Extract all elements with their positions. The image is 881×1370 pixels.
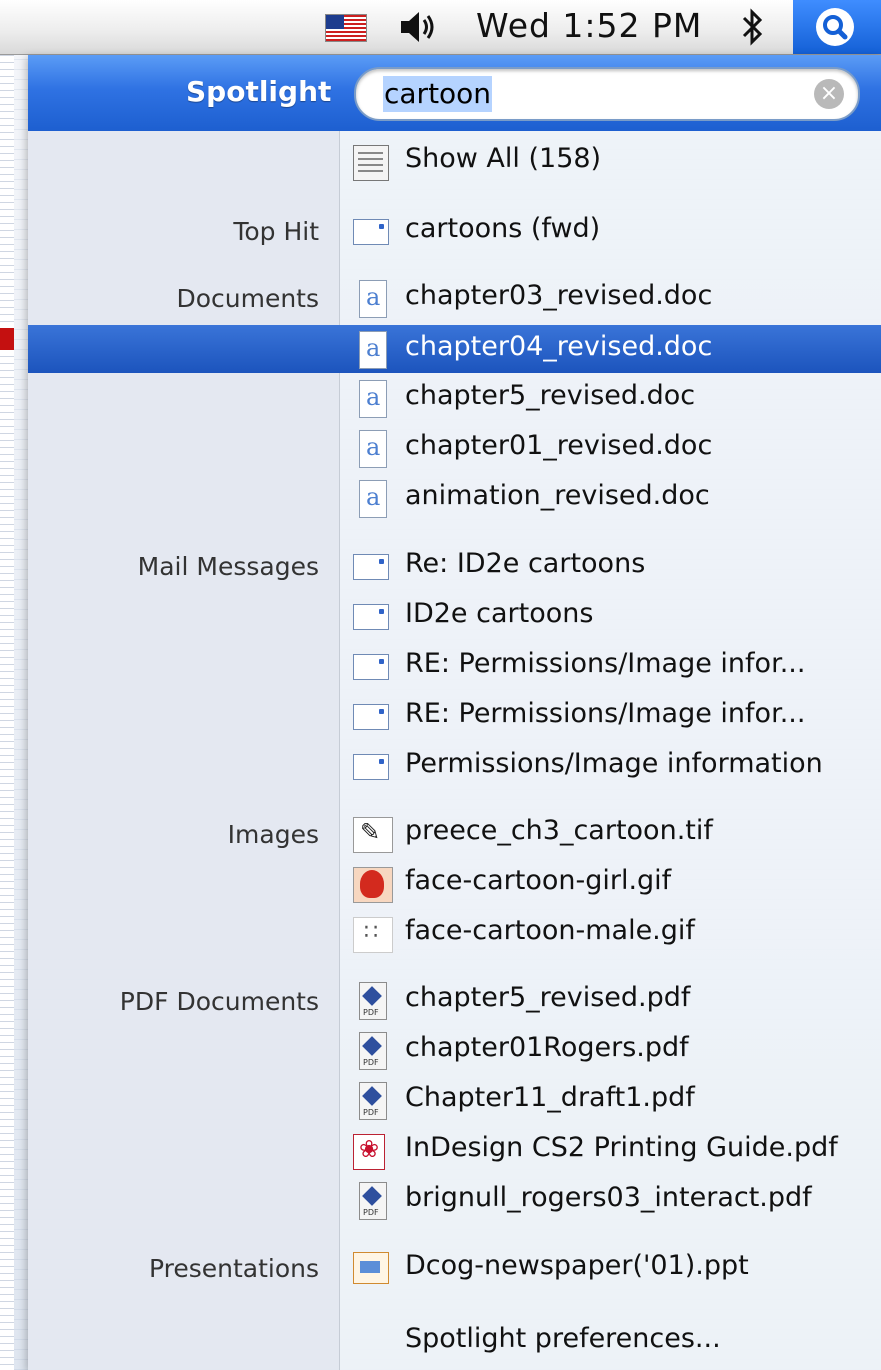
result-row[interactable]: chapter03_revised.doc xyxy=(28,274,881,322)
us-flag-icon[interactable] xyxy=(325,14,367,42)
result-label: cartoons (fwd) xyxy=(405,213,601,244)
spotlight-header: Spotlight cartoon × xyxy=(28,55,881,131)
document-icon xyxy=(359,331,387,369)
result-row-selected[interactable]: chapter04_revised.doc xyxy=(28,325,881,373)
result-row[interactable]: chapter5_revised.pdf xyxy=(28,976,881,1024)
result-row[interactable]: face-cartoon-male.gif xyxy=(28,909,881,957)
result-label: chapter01Rogers.pdf xyxy=(405,1032,689,1063)
result-row[interactable]: brignull_rogers03_interact.pdf xyxy=(28,1176,881,1224)
result-label: ID2e cartoons xyxy=(405,598,594,629)
result-label: RE: Permissions/Image infor... xyxy=(405,648,806,679)
pdf-icon xyxy=(359,1182,387,1220)
result-label: chapter5_revised.doc xyxy=(405,380,696,411)
result-label: RE: Permissions/Image infor... xyxy=(405,698,806,729)
result-row[interactable]: RE: Permissions/Image infor... xyxy=(28,692,881,740)
spotlight-preferences-link[interactable]: Spotlight preferences... xyxy=(405,1323,721,1354)
document-icon xyxy=(359,380,387,418)
mail-icon xyxy=(353,754,389,780)
image-thumbnail-icon xyxy=(353,867,393,903)
result-label: face-cartoon-male.gif xyxy=(405,915,695,946)
result-row[interactable]: chapter01Rogers.pdf xyxy=(28,1026,881,1074)
show-all-row[interactable]: Show All (158) xyxy=(28,137,881,185)
result-label: Dcog-newspaper('01).ppt xyxy=(405,1250,749,1281)
result-row[interactable]: Chapter11_draft1.pdf xyxy=(28,1076,881,1124)
search-input[interactable]: cartoon xyxy=(383,76,493,112)
show-all-icon xyxy=(353,145,389,181)
result-label: preece_ch3_cartoon.tif xyxy=(405,815,713,846)
result-label: chapter03_revised.doc xyxy=(405,280,713,311)
document-icon xyxy=(359,430,387,468)
mail-icon xyxy=(353,554,389,580)
result-row[interactable]: Re: ID2e cartoons xyxy=(28,542,881,590)
spotlight-label: Spotlight xyxy=(186,75,332,108)
spotlight-panel: Spotlight cartoon × Show All (158) Top H… xyxy=(28,55,881,1370)
pdf-icon xyxy=(359,1032,387,1070)
mail-icon xyxy=(353,704,389,730)
result-row[interactable]: ID2e cartoons xyxy=(28,592,881,640)
result-row[interactable]: cartoons (fwd) xyxy=(28,207,881,255)
pdf-icon xyxy=(359,1082,387,1120)
result-label: Permissions/Image information xyxy=(405,748,823,779)
desktop-red-marker xyxy=(0,328,14,350)
desktop-edge xyxy=(0,0,14,1370)
image-thumbnail-icon xyxy=(353,917,393,953)
show-all-label: Show All (158) xyxy=(405,143,602,174)
document-icon xyxy=(359,280,387,318)
result-label: brignull_rogers03_interact.pdf xyxy=(405,1182,812,1213)
result-row[interactable]: InDesign CS2 Printing Guide.pdf xyxy=(28,1126,881,1174)
result-label: face-cartoon-girl.gif xyxy=(405,865,672,896)
search-box[interactable]: cartoon × xyxy=(354,67,860,121)
result-row[interactable]: preece_ch3_cartoon.tif xyxy=(28,809,881,857)
result-label: animation_revised.doc xyxy=(405,480,710,511)
result-row[interactable]: chapter01_revised.doc xyxy=(28,424,881,472)
pdf-icon xyxy=(359,982,387,1020)
spotlight-menu-button[interactable] xyxy=(793,0,881,54)
menu-bar: Wed 1:52 PM xyxy=(0,0,881,55)
result-row[interactable]: Dcog-newspaper('01).ppt xyxy=(28,1244,881,1292)
result-label: InDesign CS2 Printing Guide.pdf xyxy=(405,1132,838,1163)
image-thumbnail-icon xyxy=(353,817,393,853)
result-label: chapter5_revised.pdf xyxy=(405,982,691,1013)
bluetooth-icon[interactable] xyxy=(738,6,768,48)
mail-icon xyxy=(353,219,389,245)
result-label: Re: ID2e cartoons xyxy=(405,548,646,579)
result-row[interactable]: Permissions/Image information xyxy=(28,742,881,790)
presentation-icon xyxy=(353,1252,389,1284)
spotlight-icon xyxy=(816,8,854,46)
mail-icon xyxy=(353,604,389,630)
document-icon xyxy=(359,480,387,518)
result-label: chapter04_revised.doc xyxy=(405,331,713,362)
menu-clock[interactable]: Wed 1:52 PM xyxy=(476,6,702,45)
result-label: chapter01_revised.doc xyxy=(405,430,713,461)
result-row[interactable]: face-cartoon-girl.gif xyxy=(28,859,881,907)
mail-icon xyxy=(353,654,389,680)
result-row[interactable]: chapter5_revised.doc xyxy=(28,374,881,422)
result-row[interactable]: animation_revised.doc xyxy=(28,474,881,522)
clear-search-icon[interactable]: × xyxy=(814,79,844,109)
volume-icon[interactable] xyxy=(397,8,437,46)
result-label: Chapter11_draft1.pdf xyxy=(405,1082,695,1113)
acrobat-icon xyxy=(353,1134,385,1170)
result-row[interactable]: RE: Permissions/Image infor... xyxy=(28,642,881,690)
